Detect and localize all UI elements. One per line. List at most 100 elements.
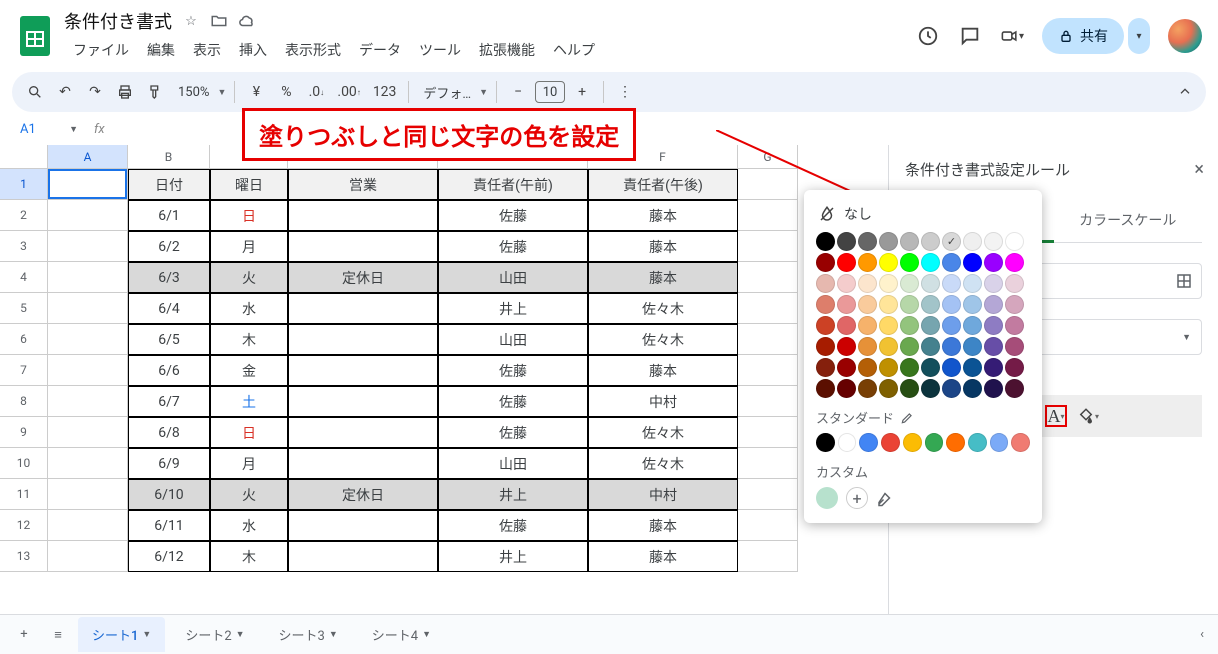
cell[interactable] [288, 293, 438, 324]
color-swatch[interactable] [837, 253, 856, 272]
cell[interactable] [738, 200, 798, 231]
cell[interactable]: 定休日 [288, 262, 438, 293]
font-dropdown-icon[interactable]: ▼ [479, 87, 488, 98]
row-header[interactable]: 2 [0, 200, 48, 231]
color-swatch[interactable] [984, 232, 1003, 251]
sheet-tab-4[interactable]: シート4▼ [358, 617, 445, 652]
cell[interactable]: 藤本 [588, 510, 738, 541]
color-swatch[interactable] [1011, 433, 1030, 452]
name-box[interactable]: A1▼ [14, 118, 84, 141]
cell[interactable]: 佐々木 [588, 293, 738, 324]
color-swatch[interactable] [900, 337, 919, 356]
fontsize-increase[interactable]: + [569, 78, 595, 106]
color-swatch[interactable] [837, 295, 856, 314]
color-swatch[interactable] [921, 337, 940, 356]
color-swatch[interactable] [879, 253, 898, 272]
history-icon[interactable] [916, 24, 940, 48]
cell[interactable]: 6/4 [128, 293, 210, 324]
cell[interactable]: 佐々木 [588, 448, 738, 479]
color-swatch[interactable] [942, 337, 961, 356]
color-swatch[interactable] [837, 379, 856, 398]
color-swatch[interactable] [903, 433, 922, 452]
text-color-button[interactable]: A▾ [1045, 405, 1067, 427]
cell[interactable] [288, 231, 438, 262]
menu-insert[interactable]: 挿入 [230, 36, 276, 64]
row-header[interactable]: 5 [0, 293, 48, 324]
cell[interactable]: 日 [210, 200, 288, 231]
move-folder-icon[interactable] [210, 12, 228, 30]
cell[interactable]: 井上 [438, 479, 588, 510]
color-swatch[interactable] [942, 316, 961, 335]
color-swatch[interactable] [968, 433, 987, 452]
cell[interactable] [738, 448, 798, 479]
row-header[interactable]: 7 [0, 355, 48, 386]
color-swatch[interactable] [942, 379, 961, 398]
fontsize-input[interactable]: 10 [535, 81, 565, 103]
color-swatch[interactable] [816, 379, 835, 398]
meet-icon[interactable]: ▾ [1000, 24, 1024, 48]
cell[interactable]: 曜日 [210, 169, 288, 200]
color-swatch[interactable] [881, 433, 900, 452]
all-sheets-button[interactable]: ≡ [44, 621, 72, 649]
cell[interactable] [738, 231, 798, 262]
doc-title[interactable]: 条件付き書式 [64, 8, 172, 34]
color-swatch[interactable] [816, 253, 835, 272]
cell[interactable]: 佐藤 [438, 510, 588, 541]
col-header-b[interactable]: B [128, 145, 210, 169]
cell[interactable] [288, 355, 438, 386]
add-sheet-button[interactable]: + [10, 621, 38, 649]
cell[interactable] [738, 417, 798, 448]
color-swatch[interactable] [879, 379, 898, 398]
col-header-a[interactable]: A [48, 145, 128, 169]
color-swatch[interactable] [858, 253, 877, 272]
more-toolbar-icon[interactable]: ⋮ [612, 78, 638, 106]
cell[interactable]: 井上 [438, 541, 588, 572]
undo-icon[interactable]: ↶ [52, 78, 78, 106]
cell[interactable]: 営業 [288, 169, 438, 200]
cell[interactable]: 6/11 [128, 510, 210, 541]
currency-icon[interactable]: ¥ [243, 78, 269, 106]
color-swatch[interactable] [816, 358, 835, 377]
cell[interactable] [738, 510, 798, 541]
account-avatar[interactable] [1168, 19, 1202, 53]
cell[interactable] [288, 448, 438, 479]
color-swatch[interactable] [837, 232, 856, 251]
search-menus-icon[interactable] [22, 78, 48, 106]
cell[interactable] [738, 262, 798, 293]
more-formats-icon[interactable]: 123 [369, 78, 401, 106]
color-swatch[interactable] [858, 379, 877, 398]
cell[interactable]: 日付 [128, 169, 210, 200]
collapse-toolbar-icon[interactable] [1172, 78, 1198, 106]
color-swatch[interactable] [921, 358, 940, 377]
color-swatch[interactable] [921, 253, 940, 272]
increase-decimal-icon[interactable]: .00↑ [333, 78, 364, 106]
cell[interactable] [48, 510, 128, 541]
color-swatch[interactable] [837, 274, 856, 293]
explore-icon[interactable]: ‹ [1200, 627, 1204, 642]
cell[interactable]: 藤本 [588, 541, 738, 572]
cell[interactable] [738, 386, 798, 417]
cell[interactable]: 佐藤 [438, 231, 588, 262]
cell[interactable]: 水 [210, 510, 288, 541]
zoom-dropdown-icon[interactable]: ▼ [217, 87, 226, 98]
color-swatch[interactable] [900, 274, 919, 293]
color-swatch[interactable] [984, 274, 1003, 293]
cell[interactable] [738, 479, 798, 510]
cell[interactable] [738, 541, 798, 572]
color-swatch[interactable] [858, 337, 877, 356]
color-swatch[interactable] [816, 433, 835, 452]
cell[interactable]: 火 [210, 262, 288, 293]
cell[interactable]: 6/2 [128, 231, 210, 262]
cell[interactable]: 水 [210, 293, 288, 324]
menu-help[interactable]: ヘルプ [544, 36, 604, 64]
decrease-decimal-icon[interactable]: .0↓ [303, 78, 329, 106]
color-swatch[interactable] [1005, 274, 1024, 293]
cell[interactable]: 山田 [438, 448, 588, 479]
cell[interactable] [48, 262, 128, 293]
color-swatch[interactable] [1005, 379, 1024, 398]
share-button[interactable]: 共有 [1042, 18, 1124, 54]
menu-file[interactable]: ファイル [64, 36, 138, 64]
share-dropdown[interactable]: ▾ [1128, 18, 1150, 54]
percent-icon[interactable]: % [273, 78, 299, 106]
color-swatch[interactable] [816, 295, 835, 314]
